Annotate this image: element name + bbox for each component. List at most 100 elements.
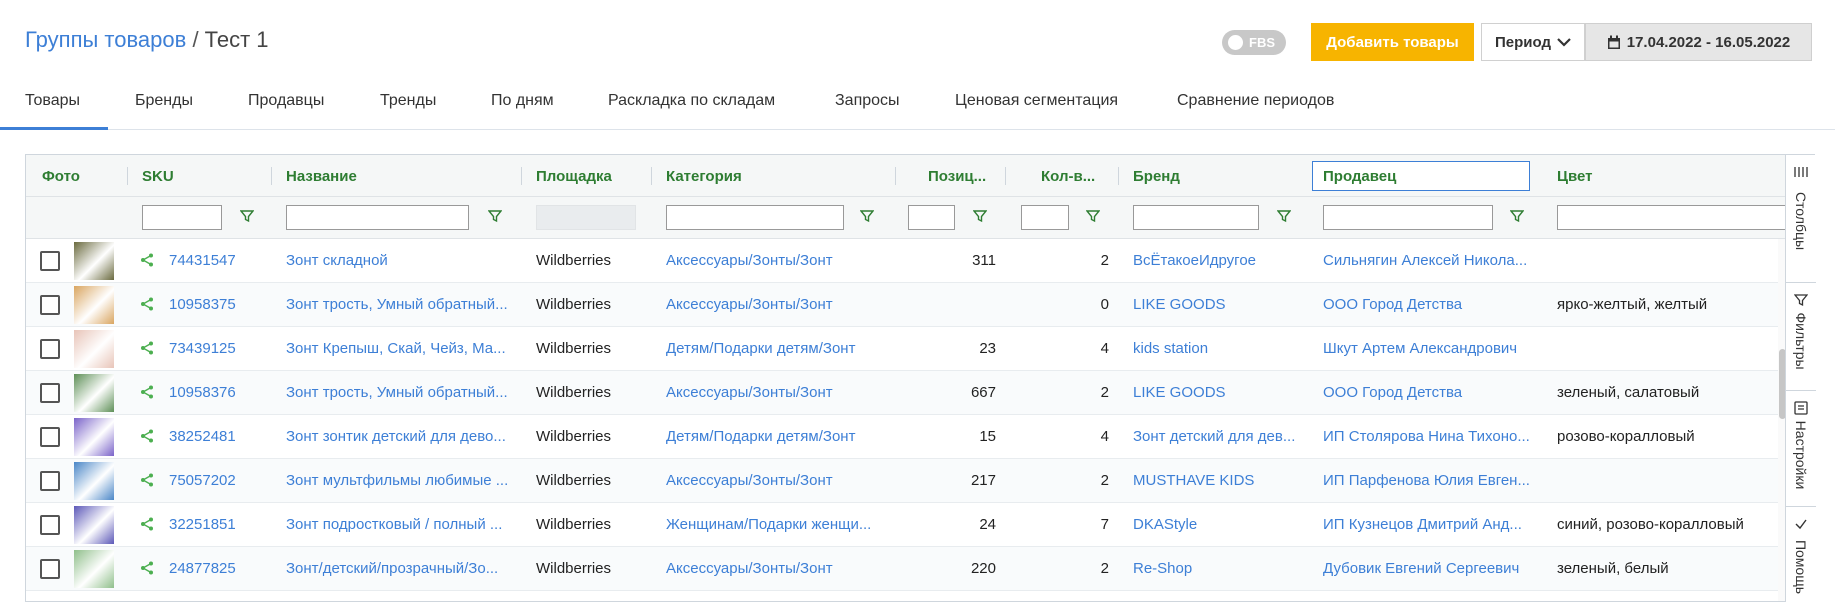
add-products-button[interactable]: Добавить товары — [1311, 23, 1474, 61]
row-checkbox[interactable] — [40, 515, 60, 535]
brand-filter-input[interactable] — [1133, 205, 1259, 230]
brand-link[interactable]: Зонт детский для дев... — [1133, 428, 1308, 445]
seller-link[interactable]: ООО Город Детства — [1323, 296, 1548, 313]
col-color[interactable]: Цвет — [1557, 168, 1592, 185]
tab-by-days[interactable]: По дням — [491, 92, 554, 110]
product-name-link[interactable]: Зонт Крепыш, Скай, Чейз, Ма... — [286, 340, 511, 357]
filters-panel-button[interactable]: Фильтры — [1786, 283, 1816, 391]
product-thumbnail[interactable] — [74, 286, 114, 324]
column-separator[interactable] — [651, 167, 652, 185]
fbs-toggle[interactable]: FBS — [1222, 30, 1286, 55]
col-photo[interactable]: Фото — [42, 168, 80, 185]
sku-filter-input[interactable] — [142, 205, 222, 230]
seller-filter-input[interactable] — [1323, 205, 1493, 230]
col-platform[interactable]: Площадка — [536, 168, 612, 185]
color-filter-input[interactable] — [1557, 205, 1785, 230]
product-thumbnail[interactable] — [74, 506, 114, 544]
seller-link[interactable]: ИП Кузнецов Дмитрий Анд... — [1323, 516, 1548, 533]
columns-panel-button[interactable]: Столбцы — [1786, 155, 1816, 283]
col-position[interactable]: Позиц... — [928, 168, 986, 185]
share-icon[interactable] — [140, 561, 154, 575]
tab-trends[interactable]: Тренды — [380, 92, 436, 110]
column-separator[interactable] — [895, 167, 896, 185]
product-name-link[interactable]: Зонт трость, Умный обратный... — [286, 384, 511, 401]
table-row[interactable]: 74431547 Зонт складной Wildberries Аксессуа… — [26, 239, 1778, 283]
table-row[interactable]: 32251851 Зонт подростковый / полный ... Wi… — [26, 503, 1778, 547]
category-link[interactable]: Аксессуары/Зонты/Зонт — [666, 252, 888, 269]
tab-period-comparison[interactable]: Сравнение периодов — [1177, 92, 1334, 110]
column-separator[interactable] — [1118, 167, 1119, 185]
filter-icon[interactable] — [1086, 209, 1100, 223]
product-name-link[interactable]: Зонт зонтик детский для дево... — [286, 428, 511, 445]
tab-warehouses[interactable]: Раскладка по складам — [608, 92, 775, 110]
breadcrumb-link[interactable]: Группы товаров — [25, 27, 186, 52]
product-thumbnail[interactable] — [74, 374, 114, 412]
col-seller[interactable]: Продавец — [1323, 168, 1396, 185]
product-name-link[interactable]: Зонт/детский/прозрачный/Зо... — [286, 560, 511, 577]
row-checkbox[interactable] — [40, 471, 60, 491]
period-dropdown[interactable]: Период — [1481, 23, 1585, 61]
help-panel-button[interactable]: Помощь — [1786, 507, 1816, 602]
table-row[interactable]: 10958376 Зонт трость, Умный обратный... Wi… — [26, 371, 1778, 415]
product-name-link[interactable]: Зонт мультфильмы любимые ... — [286, 472, 511, 489]
column-separator[interactable] — [271, 167, 272, 185]
sku-link[interactable]: 24877825 — [169, 560, 264, 577]
product-thumbnail[interactable] — [74, 242, 114, 280]
table-row[interactable]: 24877825 Зонт/детский/прозрачный/Зо... Wil… — [26, 547, 1778, 591]
category-link[interactable]: Детям/Подарки детям/Зонт — [666, 428, 888, 445]
row-checkbox[interactable] — [40, 427, 60, 447]
brand-link[interactable]: DKAStyle — [1133, 516, 1308, 533]
seller-link[interactable]: ООО Город Детства — [1323, 384, 1548, 401]
category-link[interactable]: Аксессуары/Зонты/Зонт — [666, 560, 888, 577]
tab-brands[interactable]: Бренды — [135, 92, 193, 110]
share-icon[interactable] — [140, 297, 154, 311]
sku-link[interactable]: 38252481 — [169, 428, 264, 445]
name-filter-input[interactable] — [286, 205, 469, 230]
category-filter-input[interactable] — [666, 205, 844, 230]
row-checkbox[interactable] — [40, 559, 60, 579]
row-checkbox[interactable] — [40, 295, 60, 315]
brand-link[interactable]: kids station — [1133, 340, 1308, 357]
position-filter-input[interactable] — [908, 205, 955, 230]
seller-link[interactable]: ИП Столярова Нина Тихоно... — [1323, 428, 1548, 445]
sku-link[interactable]: 74431547 — [169, 252, 264, 269]
product-thumbnail[interactable] — [74, 330, 114, 368]
category-link[interactable]: Детям/Подарки детям/Зонт — [666, 340, 888, 357]
quantity-filter-input[interactable] — [1021, 205, 1069, 230]
share-icon[interactable] — [140, 517, 154, 531]
filter-icon[interactable] — [488, 209, 502, 223]
share-icon[interactable] — [140, 341, 154, 355]
column-separator[interactable] — [1005, 167, 1006, 185]
filter-icon[interactable] — [860, 209, 874, 223]
share-icon[interactable] — [140, 253, 154, 267]
tab-sellers[interactable]: Продавцы — [248, 92, 324, 110]
seller-link[interactable]: ИП Парфенова Юлия Евген... — [1323, 472, 1548, 489]
seller-link[interactable]: Шкут Артем Александрович — [1323, 340, 1548, 357]
product-thumbnail[interactable] — [74, 418, 114, 456]
brand-link[interactable]: Re-Shop — [1133, 560, 1308, 577]
share-icon[interactable] — [140, 429, 154, 443]
product-thumbnail[interactable] — [74, 462, 114, 500]
brand-link[interactable]: ВсЁтакоеИдругое — [1133, 252, 1308, 269]
col-brand[interactable]: Бренд — [1133, 168, 1180, 185]
product-name-link[interactable]: Зонт подростковый / полный ... — [286, 516, 511, 533]
tab-products[interactable]: Товары — [25, 92, 80, 110]
category-link[interactable]: Женщинам/Подарки женщи... — [666, 516, 888, 533]
col-quantity[interactable]: Кол-в... — [1041, 168, 1095, 185]
brand-link[interactable]: MUSTHAVE KIDS — [1133, 472, 1308, 489]
date-range-button[interactable]: 17.04.2022 - 16.05.2022 — [1585, 23, 1812, 61]
sku-link[interactable]: 75057202 — [169, 472, 264, 489]
settings-panel-button[interactable]: Настройки — [1786, 391, 1816, 507]
row-checkbox[interactable] — [40, 251, 60, 271]
table-row[interactable]: 10958375 Зонт трость, Умный обратный... Wi… — [26, 283, 1778, 327]
category-link[interactable]: Аксессуары/Зонты/Зонт — [666, 296, 888, 313]
category-link[interactable]: Аксессуары/Зонты/Зонт — [666, 472, 888, 489]
filter-icon[interactable] — [973, 209, 987, 223]
product-name-link[interactable]: Зонт трость, Умный обратный... — [286, 296, 511, 313]
col-name[interactable]: Название — [286, 168, 357, 185]
column-separator[interactable] — [127, 167, 128, 185]
seller-link[interactable]: Дубовик Евгений Сергеевич — [1323, 560, 1548, 577]
share-icon[interactable] — [140, 473, 154, 487]
col-sku[interactable]: SKU — [142, 168, 174, 185]
brand-link[interactable]: LIKE GOODS — [1133, 384, 1308, 401]
